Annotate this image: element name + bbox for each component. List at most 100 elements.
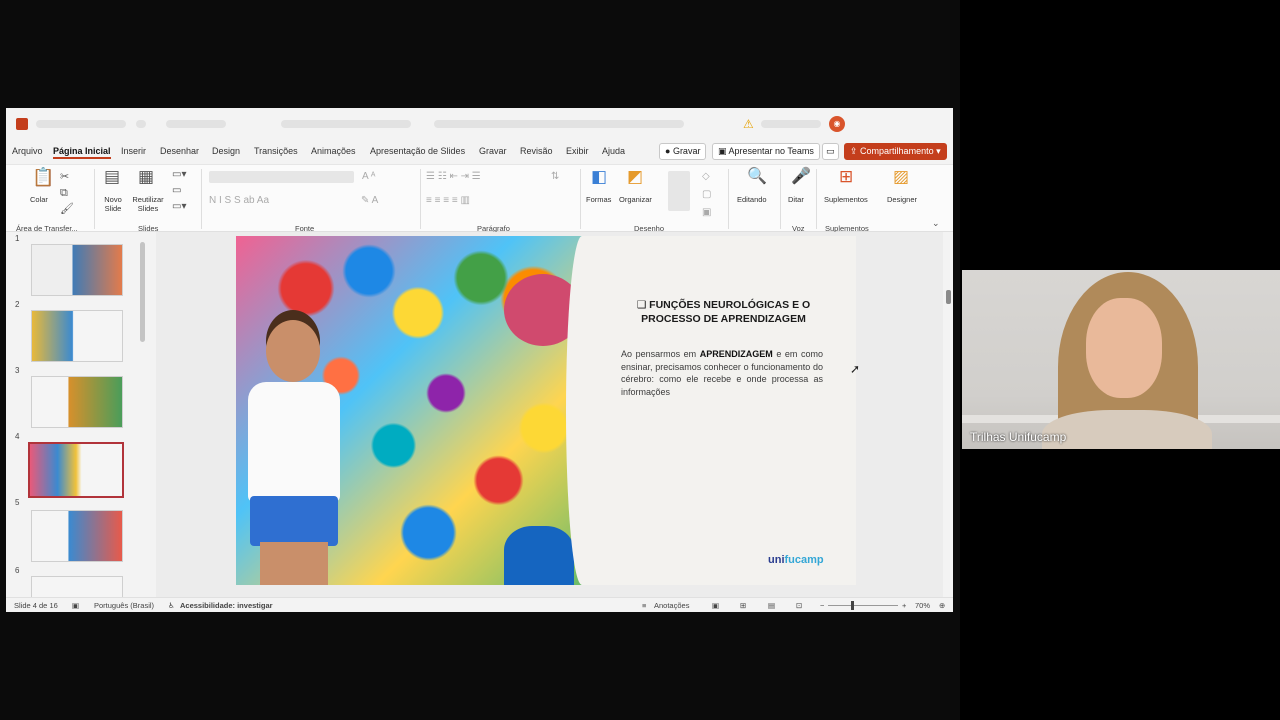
zoom-level[interactable]: 70% [915,601,930,610]
slide-thumbnail-3[interactable] [31,376,123,428]
record-button[interactable]: ● Gravar [659,143,707,160]
spellcheck-icon[interactable]: ▣ [72,601,79,610]
format-painter-icon[interactable]: 🖌 [60,201,74,217]
copy-icon[interactable]: ⧉ [60,185,68,201]
new-slide-icon[interactable]: ▤ [104,168,120,185]
participant-body [1042,410,1212,449]
comments-button[interactable]: ▭ [822,143,839,160]
child-figure [242,320,346,585]
font-color-icon[interactable]: ✎ A [361,193,378,209]
tab-transicoes[interactable]: Transições [254,146,298,156]
addins-label[interactable]: Suplementos [824,195,868,204]
vertical-scrollbar[interactable] [944,232,953,597]
designer-icon[interactable]: ▨ [893,168,909,185]
arrange-label[interactable]: Organizar [619,195,652,204]
slideshow-icon[interactable]: ⊡ [796,601,802,610]
tab-ajuda[interactable]: Ajuda [602,146,625,156]
slide-thumbnail-5[interactable] [31,510,123,562]
slide-thumbnail-1[interactable] [31,244,123,296]
tab-animacoes[interactable]: Animações [311,146,356,156]
share-button[interactable]: ⇪ Compartilhamento ▾ [844,143,947,160]
avatar[interactable]: ◉ [829,116,845,132]
notes-icon[interactable]: ≡ [642,601,646,610]
slide-photo-child-painting[interactable] [236,236,586,585]
new-slide-label[interactable]: Novo Slide [101,195,125,213]
reuse-slides-label[interactable]: Reutilizar Slides [131,195,165,213]
designer-label[interactable]: Designer [887,195,917,204]
autosave-toggle[interactable] [36,120,126,128]
notes-button[interactable]: Anotações [654,601,689,610]
zoom-in-icon[interactable]: + [902,601,906,610]
paste-label[interactable]: Colar [30,195,48,204]
font-family-select[interactable] [209,171,354,183]
arrange-icon[interactable]: ◩ [627,168,643,185]
tab-design[interactable]: Design [212,146,240,156]
shapes-label[interactable]: Formas [586,195,611,204]
reuse-slides-icon[interactable]: ▦ [138,168,154,185]
grow-font-icon[interactable]: A ᴬ [362,169,375,185]
child-shorts [250,496,338,546]
present-teams-button[interactable]: ▣ Apresentar no Teams [712,143,820,160]
divider [816,169,817,229]
paste-icon[interactable]: 📋 [32,168,54,186]
shape-fill-icon[interactable]: ◇ [702,169,710,185]
layout-icon[interactable]: ▭▾ [172,167,186,183]
reading-view-icon[interactable]: ▤ [768,601,775,610]
reset-icon[interactable]: ▭ [172,183,181,199]
tab-inserir[interactable]: Inserir [121,146,146,156]
quick-access-toolbar[interactable] [166,120,226,128]
thumb-number: 2 [15,300,20,309]
zoom-slider-thumb[interactable] [851,601,854,610]
scrollbar-thumb[interactable] [946,290,951,304]
thumbnail-scrollbar[interactable] [140,242,145,342]
current-slide[interactable]: ❑ FUNÇÕES NEUROLÓGICAS E O PROCESSO DE A… [236,236,856,585]
slide-thumbnail-2[interactable] [31,310,123,362]
accessibility-icon[interactable]: ♿ [168,601,175,610]
slide-body-text[interactable]: Ao pensarmos em APRENDIZAGEM e em como e… [621,348,823,398]
slide-sorter-icon[interactable]: ⊞ [740,601,746,610]
tab-exibir[interactable]: Exibir [566,146,589,156]
list-icons[interactable]: ☰ ☷ ⇤ ⇥ ☰ [426,169,481,185]
slide-thumbnail-6[interactable] [31,576,123,598]
cut-icon[interactable]: ✂ [60,169,69,185]
search-box[interactable] [434,120,684,128]
chevron-down-icon[interactable]: ⌄ [932,215,940,231]
tab-arquivo[interactable]: Arquivo [12,146,43,156]
quick-styles-button[interactable] [668,171,690,211]
addins-icon[interactable]: ⊞ [839,168,853,185]
tab-pagina-inicial[interactable]: Página Inicial [53,146,111,159]
tab-gravar[interactable]: Gravar [479,146,507,156]
language-status[interactable]: Português (Brasil) [94,601,154,610]
tab-desenhar[interactable]: Desenhar [160,146,199,156]
text-direction-icon[interactable]: ⇅ [551,169,559,185]
find-icon[interactable]: 🔍 [747,169,767,185]
record-label: Gravar [672,146,701,156]
unifucamp-logo: unifucamp [768,554,824,566]
align-icons[interactable]: ≡ ≡ ≡ ≡ ▥ [426,193,470,209]
tab-apresentacao[interactable]: Apresentação de Slides [370,146,465,156]
slide-thumbnails-pane: 1 2 3 4 5 6 [6,232,156,598]
normal-view-icon[interactable]: ▣ [712,601,719,610]
participant-face [1086,298,1162,398]
shape-outline-icon[interactable]: ▢ [702,187,711,203]
powerpoint-window: ⚠ ◉ Arquivo Página Inicial Inserir Desen… [6,108,953,612]
microphone-icon[interactable]: 🎤 [791,169,811,185]
fit-slide-icon[interactable]: ⊕ [939,601,945,610]
zoom-slider[interactable] [828,605,898,606]
zoom-out-icon[interactable]: − [820,601,824,610]
shapes-icon[interactable]: ◧ [591,168,607,185]
dictate-label[interactable]: Ditar [788,195,804,204]
font-format-icons[interactable]: N I S S ab Aa [209,193,269,209]
slide-counter: Slide 4 de 16 [14,601,58,610]
slide-title[interactable]: ❑ FUNÇÕES NEUROLÓGICAS E O PROCESSO DE A… [626,298,821,326]
save-icon[interactable] [136,120,146,128]
shape-effects-icon[interactable]: ▣ [702,205,711,221]
section-icon[interactable]: ▭▾ [172,199,186,215]
editing-label[interactable]: Editando [737,195,767,204]
divider [780,169,781,229]
accessibility-status[interactable]: Acessibilidade: investigar [180,601,273,610]
logo-part: fucamp [784,554,824,566]
slide-thumbnail-4[interactable] [28,442,124,498]
tab-revisao[interactable]: Revisão [520,146,553,156]
warning-icon[interactable]: ⚠ [743,117,754,131]
